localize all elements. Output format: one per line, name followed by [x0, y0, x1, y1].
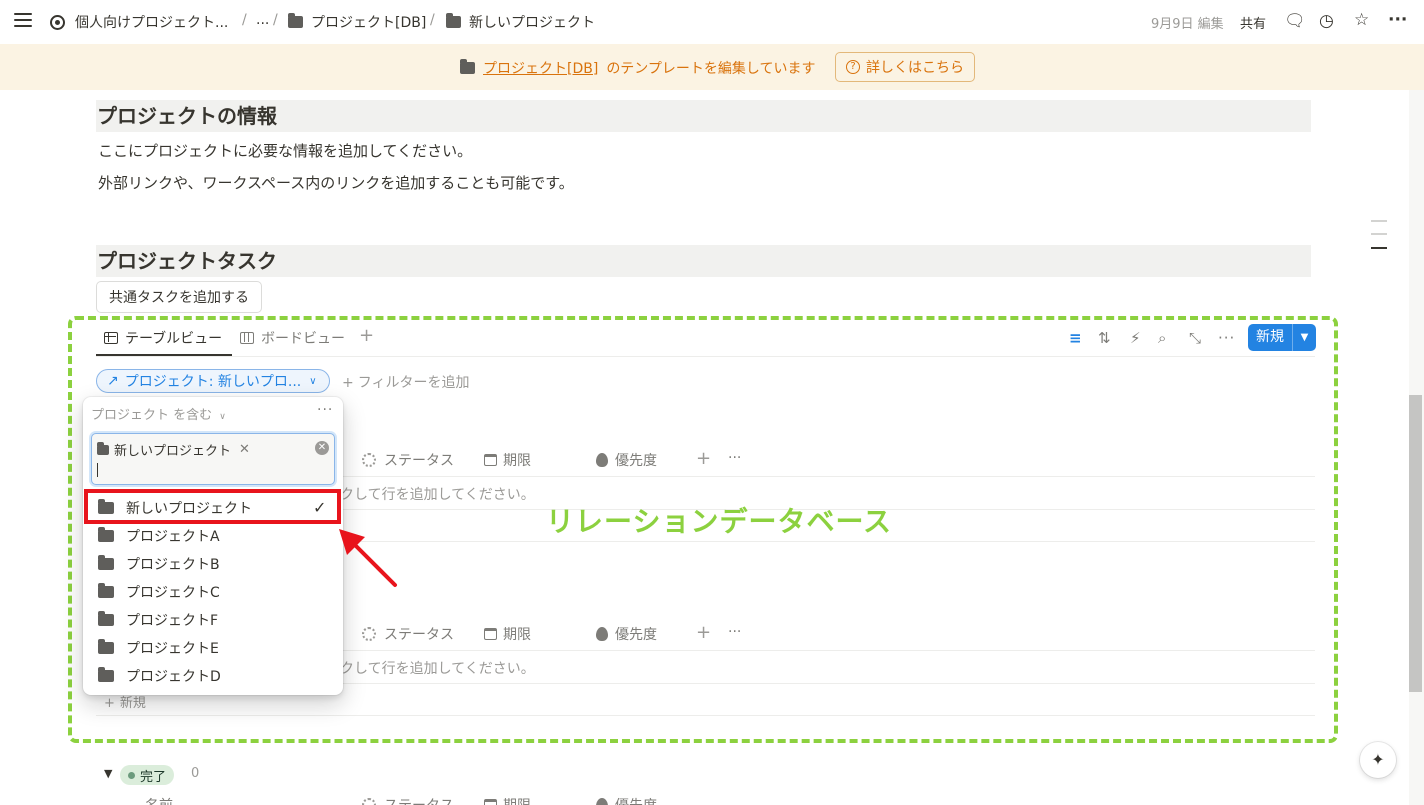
- ai-sparkle-icon[interactable]: ✦: [1360, 742, 1396, 778]
- folder-icon: [98, 667, 114, 682]
- column-priority[interactable]: 優先度: [596, 795, 657, 805]
- breadcrumb-ellipsis[interactable]: ...: [256, 12, 269, 28]
- add-common-task-button[interactable]: 共通タスクを追加する: [96, 281, 262, 313]
- folder-icon: [98, 555, 114, 570]
- last-edited: 9月9日 編集: [1151, 17, 1224, 32]
- text-caret: [97, 463, 98, 477]
- option-item[interactable]: プロジェクトC: [98, 582, 220, 602]
- folder-icon: [288, 13, 303, 28]
- column-due[interactable]: 期限: [484, 795, 531, 805]
- column-status[interactable]: ステータス: [362, 795, 454, 805]
- status-badge: 完了: [120, 765, 175, 785]
- folder-icon: [98, 583, 114, 598]
- info-paragraph-2: 外部リンクや、ワークスペース内のリンクを追加することも可能です。: [98, 174, 574, 192]
- info-paragraph-1: ここにプロジェクトに必要な情報を追加してください。: [98, 142, 473, 160]
- clear-input-icon[interactable]: ✕: [315, 441, 329, 455]
- group-toggle-icon[interactable]: ▼: [104, 767, 112, 780]
- history-icon[interactable]: ◷: [1319, 11, 1334, 31]
- option-item[interactable]: プロジェクトB: [98, 554, 220, 574]
- heading-project-info: プロジェクトの情報: [96, 100, 1311, 132]
- target-icon: [50, 14, 65, 30]
- breadcrumb-page[interactable]: 新しいプロジェクト: [446, 12, 595, 32]
- folder-icon: [98, 639, 114, 654]
- breadcrumb-separator: /: [242, 12, 247, 28]
- template-banner-text: プロジェクト[DB] のテンプレートを編集しています: [460, 58, 815, 78]
- option-item[interactable]: プロジェクトF: [98, 610, 218, 630]
- learn-more-button[interactable]: ? 詳しくはこちら: [835, 52, 975, 82]
- toc-marker[interactable]: [1371, 233, 1387, 235]
- folder-icon: [98, 611, 114, 626]
- star-icon[interactable]: ☆: [1354, 10, 1369, 30]
- filter-condition[interactable]: プロジェクト を含む ∨: [91, 404, 226, 423]
- scrollbar-thumb[interactable]: [1409, 395, 1422, 692]
- relation-db-annotation: リレーションデータベース: [546, 505, 893, 538]
- folder-icon: [446, 13, 461, 28]
- breadcrumb-separator: /: [430, 12, 435, 28]
- popup-more-icon[interactable]: ···: [317, 402, 333, 418]
- comment-icon[interactable]: 🗨: [1284, 11, 1306, 31]
- folder-icon: [98, 527, 114, 542]
- folder-icon: [97, 441, 109, 455]
- remove-chip-icon[interactable]: ✕: [239, 442, 250, 457]
- red-arrow-icon: [339, 529, 397, 587]
- share-button[interactable]: 共有: [1240, 13, 1266, 32]
- selection-highlight: [84, 489, 341, 524]
- status-icon: [362, 798, 376, 805]
- calendar-icon: [484, 799, 497, 805]
- banner-db-link[interactable]: プロジェクト[DB]: [483, 58, 598, 78]
- priority-icon: [596, 798, 608, 805]
- option-item[interactable]: プロジェクトA: [98, 526, 220, 546]
- option-item[interactable]: プロジェクトD: [98, 666, 221, 686]
- sidebar-menu-icon[interactable]: [14, 13, 32, 29]
- breadcrumb-db[interactable]: プロジェクト[DB]: [288, 12, 426, 32]
- group-count: 0: [191, 766, 200, 781]
- toc-marker[interactable]: [1371, 220, 1387, 222]
- breadcrumb-workspace[interactable]: 個人向けプロジェクト...: [50, 12, 228, 32]
- toc-marker-active[interactable]: [1371, 247, 1387, 249]
- more-options-icon[interactable]: ···: [1388, 10, 1407, 30]
- folder-icon: [460, 59, 475, 74]
- question-icon: ?: [846, 60, 860, 74]
- heading-project-tasks: プロジェクトタスク: [96, 245, 1311, 277]
- breadcrumb-separator: /: [273, 12, 278, 28]
- selected-chip: 新しいプロジェクト ✕: [97, 440, 250, 459]
- chevron-down-icon: ∨: [219, 412, 226, 422]
- option-item[interactable]: プロジェクトE: [98, 638, 219, 658]
- column-name[interactable]: 名前: [145, 795, 173, 805]
